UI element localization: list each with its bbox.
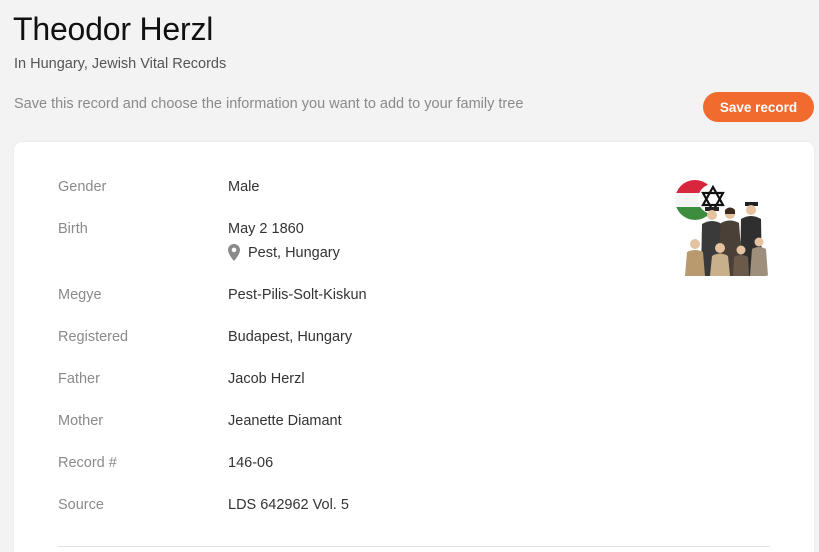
field-value: LDS 642962 Vol. 5 [228,497,349,513]
collection-subtitle: In Hungary, Jewish Vital Records [14,56,227,72]
field-value: 146-06 [228,455,274,471]
page-title: Theodor Herzl [13,11,214,47]
section-divider [58,546,770,547]
save-record-button[interactable]: Save record [703,92,814,122]
birth-place-text: Pest, Hungary [248,244,340,261]
birth-date: May 2 1860 [228,221,304,237]
field-value: Budapest, Hungary [228,329,353,345]
field-value: Jeanette Diamant [228,413,342,429]
save-hint-text: Save this record and choose the informat… [14,96,524,112]
field-label: Source [58,497,104,513]
record-details-card: Gender Male Birth May 2 1860 Pest, Hunga… [14,142,814,552]
field-label: Registered [58,329,129,345]
field-label: Birth [58,221,88,237]
field-label: Father [58,371,100,387]
record-page: Theodor Herzl In Hungary, Jewish Vital R… [0,0,819,552]
birth-value: May 2 1860 Pest, Hungary [228,221,628,261]
field-value: Male [228,179,260,195]
hungary-jewish-records-collection-icon [675,180,768,276]
field-label: Record # [58,455,117,471]
map-pin-icon [228,244,240,261]
field-label: Megye [58,287,102,303]
field-label: Mother [58,413,104,429]
field-value: Jacob Herzl [228,371,305,387]
field-label: Gender [58,179,107,195]
collection-image [673,178,771,276]
field-value: Pest-Pilis-Solt-Kiskun [228,287,367,303]
birth-place: Pest, Hungary [228,244,628,261]
